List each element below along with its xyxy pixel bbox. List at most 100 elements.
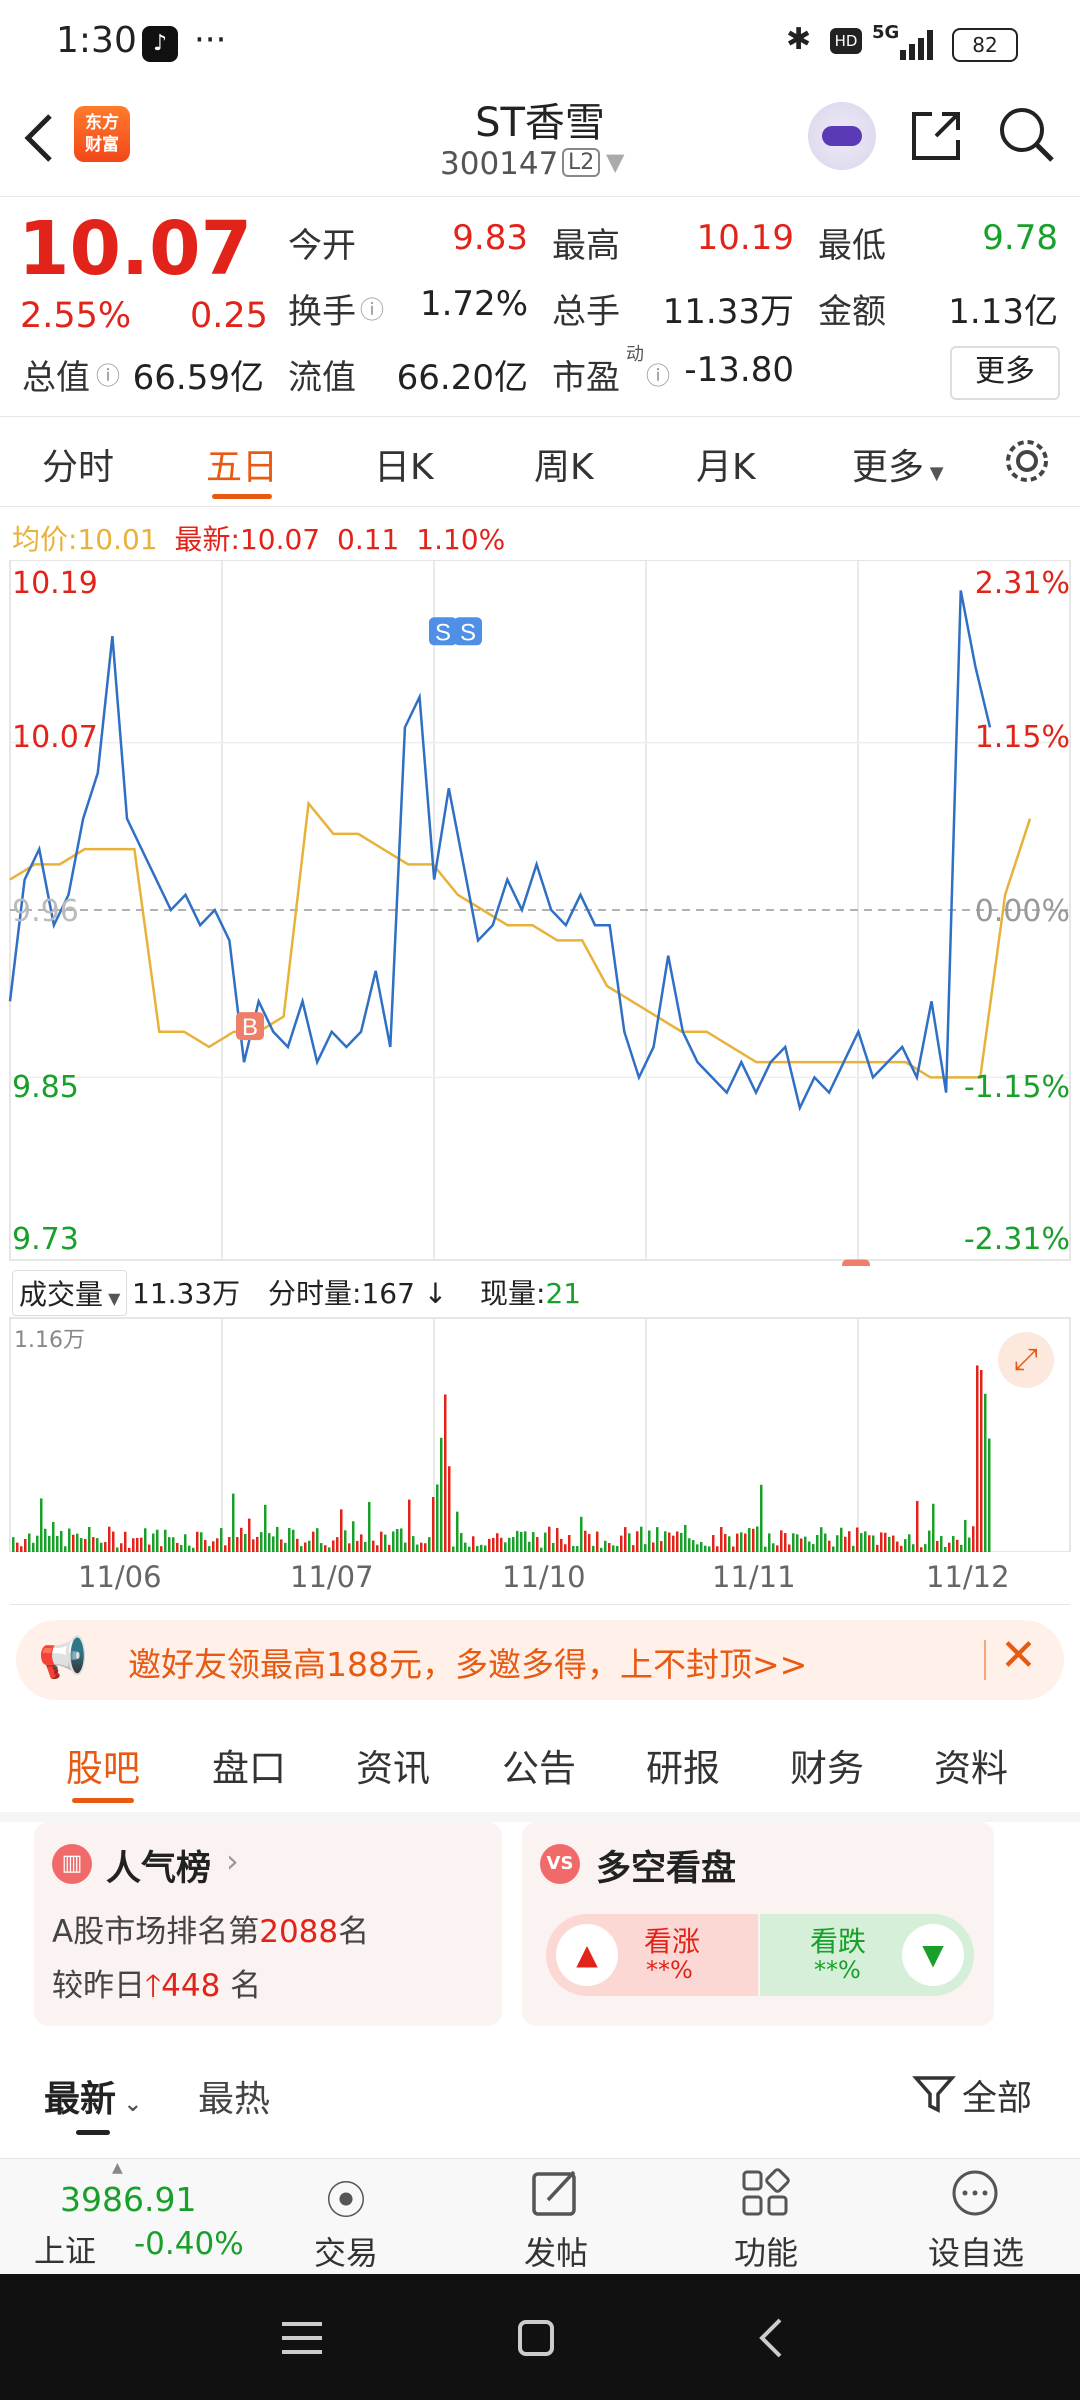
volume-bar (652, 1542, 655, 1552)
volume-bar (900, 1545, 903, 1552)
bullish-button[interactable]: ▲ 看涨 **% (546, 1914, 758, 1996)
invite-banner[interactable]: 📢 邀好友领最高188元，多邀多得，上不封顶>> ✕ (16, 1620, 1064, 1700)
search-icon[interactable] (996, 104, 1058, 166)
dropdown-caret-icon[interactable]: ▼ (606, 148, 624, 176)
volume-value: 11.33万 (662, 292, 794, 332)
info-icon[interactable]: ⓘ (646, 356, 670, 391)
nav-function[interactable]: 功能 (716, 2228, 816, 2274)
volume-bar (360, 1534, 363, 1552)
tab-guba[interactable]: 股吧 (66, 1738, 140, 1792)
settings-gear-icon[interactable] (1002, 436, 1052, 486)
volume-bar (64, 1546, 67, 1552)
volume-bar (136, 1537, 139, 1552)
x-date-label: 11/06 (78, 1560, 162, 1594)
price-line (8, 590, 992, 1112)
info-icon[interactable]: ⓘ (360, 290, 384, 325)
volume-bar (408, 1499, 411, 1552)
index-name[interactable]: 上证 (34, 2226, 96, 2271)
index-change-pct[interactable]: -0.40% (134, 2226, 244, 2262)
tab-daily-k[interactable]: 日K (374, 438, 434, 490)
x-date-label: 11/07 (290, 1560, 374, 1594)
tab-announcements[interactable]: 公告 (502, 1738, 576, 1792)
tab-profile[interactable]: 资料 (934, 1738, 1008, 1792)
volume-bar (560, 1538, 563, 1552)
filter-all-label[interactable]: 全部 (962, 2070, 1032, 2121)
filter-icon[interactable] (912, 2072, 956, 2116)
bearish-pct: **% (814, 1956, 861, 1984)
feed-hot-tab[interactable]: 最热 (198, 2070, 270, 2122)
feed-latest-tab[interactable]: 最新 ⌄ (44, 2070, 142, 2122)
volume-bar (916, 1500, 919, 1552)
volume-bar (196, 1531, 199, 1552)
low-label: 最低 (818, 226, 886, 266)
nav-trade[interactable]: 交易 (296, 2228, 396, 2274)
float-cap-label: 流值 (288, 358, 356, 398)
volume-bar (352, 1521, 355, 1552)
price-change: 0.25 (190, 296, 268, 336)
tab-news[interactable]: 资讯 (356, 1738, 430, 1792)
trade-marker-label: S (435, 619, 451, 646)
more-quote-button[interactable]: 更多 (950, 346, 1060, 400)
tab-weekly-k[interactable]: 周K (534, 438, 594, 490)
volume-bar (72, 1534, 75, 1552)
tab-order-book[interactable]: 盘口 (212, 1738, 286, 1792)
volume-bar (296, 1538, 299, 1552)
stock-name[interactable]: ST香雪 (340, 90, 740, 148)
tab-intraday[interactable]: 分时 (42, 438, 114, 490)
compose-post-icon[interactable] (530, 2168, 580, 2218)
tab-five-day[interactable]: 五日 (206, 438, 278, 490)
back-icon[interactable] (756, 2316, 786, 2360)
bearish-button[interactable]: 看跌 **% ▼ (760, 1914, 974, 1996)
volume-bar (532, 1532, 535, 1552)
divider (984, 1640, 986, 1680)
bullish-pct: **% (646, 1956, 693, 1984)
volume-bar (236, 1537, 239, 1552)
volume-bar (780, 1530, 783, 1552)
popularity-card[interactable]: ▥ 人气榜 › A股市场排名第2088名 较昨日🡑448 名 (34, 1822, 502, 2026)
tab-research[interactable]: 研报 (646, 1738, 720, 1792)
volume-bar (436, 1484, 439, 1552)
assistant-robot-icon[interactable] (808, 102, 876, 170)
tab-monthly-k[interactable]: 月K (696, 438, 756, 490)
share-icon[interactable] (906, 106, 966, 166)
eastmoney-logo[interactable]: 东方 财富 (74, 106, 130, 162)
volume-bar (320, 1543, 323, 1552)
tab-financials[interactable]: 财务 (790, 1738, 864, 1792)
info-icon[interactable]: ⓘ (96, 356, 120, 391)
volume-bar (28, 1533, 31, 1552)
pct-tick-label: 1.15% (974, 720, 1070, 755)
home-icon[interactable] (516, 2318, 556, 2358)
volume-indicator-select[interactable]: 成交量 ▼ (12, 1270, 128, 1316)
expand-chart-icon[interactable]: ⤢ (998, 1332, 1054, 1388)
yen-trade-icon[interactable]: ⦿ (306, 2168, 386, 2226)
volume-bar (488, 1538, 491, 1552)
add-watchlist-icon[interactable] (950, 2168, 1000, 2218)
volume-bar (740, 1532, 743, 1552)
bullish-label: 看涨 (644, 1925, 701, 1958)
index-value[interactable]: 3986.91 (60, 2180, 196, 2219)
five-day-price-chart[interactable]: BSSBS (0, 560, 1080, 1266)
menu-icon[interactable] (280, 2318, 324, 2358)
nav-post[interactable]: 发帖 (506, 2228, 606, 2274)
volume-bar (276, 1526, 279, 1552)
volume-bar (16, 1542, 19, 1552)
volume-bar (580, 1516, 583, 1552)
back-arrow-icon[interactable] (20, 110, 60, 166)
volume-bar (876, 1544, 879, 1552)
volume-bar (880, 1532, 883, 1552)
volume-bar (816, 1534, 819, 1552)
sentiment-card[interactable]: VS 多空看盘 ▲ 看涨 **% 看跌 **% ▼ (522, 1822, 994, 2026)
volume-bar (40, 1498, 43, 1552)
close-icon[interactable]: ✕ (1000, 1630, 1037, 1681)
volume-bar (248, 1518, 251, 1552)
tab-more[interactable]: 更多 ▼ (852, 438, 944, 490)
volume-bar (552, 1542, 555, 1552)
volume-bar (272, 1536, 275, 1552)
level2-badge[interactable]: L2 (562, 148, 601, 177)
function-grid-icon[interactable] (740, 2168, 790, 2218)
volume-bar (544, 1532, 547, 1552)
volume-bar (636, 1531, 639, 1552)
nav-watchlist[interactable]: 设自选 (916, 2228, 1036, 2274)
volume-bar (328, 1547, 331, 1552)
volume-total: 11.33万 (132, 1277, 241, 1310)
